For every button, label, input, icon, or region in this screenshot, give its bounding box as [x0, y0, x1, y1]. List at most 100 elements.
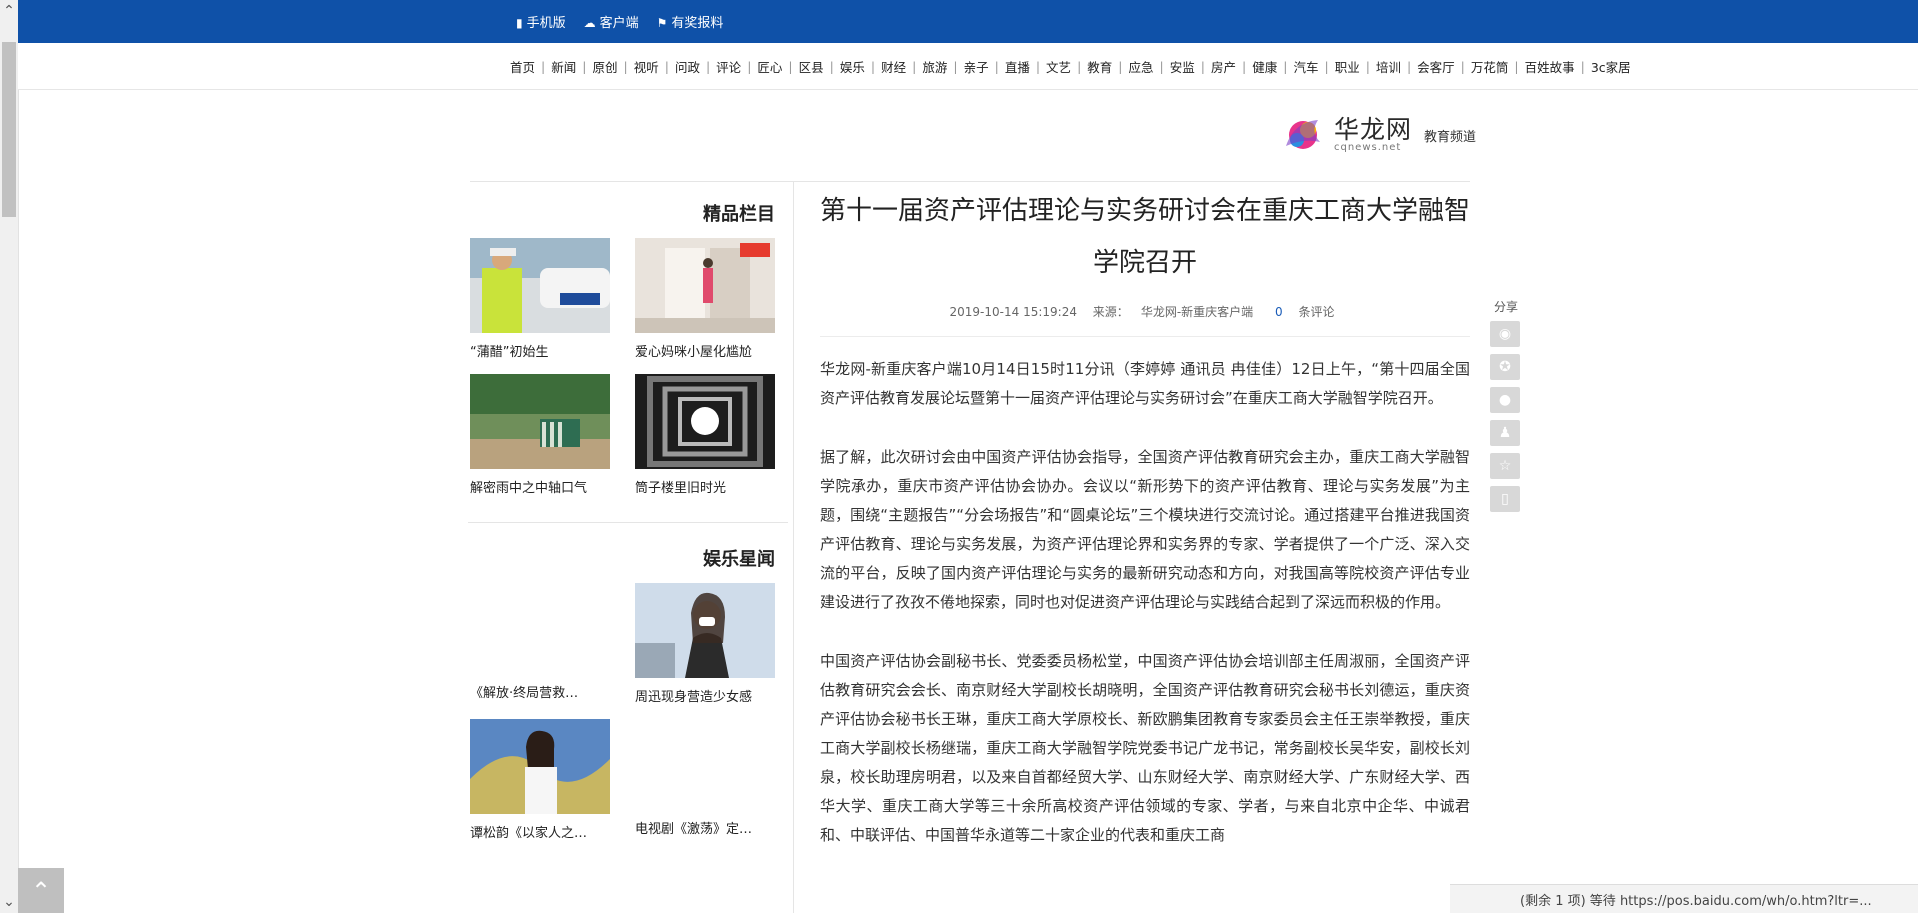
woman-mask-photo	[635, 583, 775, 678]
comment-link[interactable]: 0 条评论	[1269, 305, 1340, 319]
scrollbar-thumb[interactable]	[2, 42, 16, 217]
image-placeholder	[470, 583, 610, 678]
topbar-link-label: 有奖报料	[671, 16, 724, 31]
nav-separator: |	[1242, 58, 1247, 74]
favorite-icon[interactable]: ☆	[1490, 453, 1520, 479]
qq-icon[interactable]: ♟	[1490, 420, 1520, 446]
topbar-link-app[interactable]: ☁ 客户端	[580, 12, 639, 31]
nav-item[interactable]: 原创	[589, 57, 620, 76]
nav-item[interactable]: 财经	[878, 57, 909, 76]
nav-item[interactable]: 文艺	[1043, 57, 1074, 76]
share-bar: 分享 ◉ ✪ ● ♟ ☆ ▯	[1490, 298, 1522, 519]
nav-item[interactable]: 汽车	[1290, 57, 1321, 76]
nav-item[interactable]: 问政	[672, 57, 703, 76]
sidebar-card[interactable]: 筒子楼里旧时光	[635, 374, 775, 496]
nav-item[interactable]: 培训	[1373, 57, 1404, 76]
sidebar-card[interactable]: 谭松韵《以家人之…	[470, 719, 610, 841]
logo-domain: cqnews.net	[1334, 141, 1402, 153]
channel-nav: 首页 | 新闻 | 原创 | 视听 | 问政 | 评论 | 匠心 | 区县 | 娱乐 | 财经 | 旅游 | 亲子 | 直播 | 文…	[18, 43, 1918, 90]
vertical-scrollbar[interactable]: ⌃ ⌄	[0, 0, 19, 913]
sidebar-card[interactable]: 《解放·终局营救…	[470, 583, 610, 705]
park-chairs-photo	[470, 374, 610, 469]
nav-item[interactable]: 亲子	[961, 57, 992, 76]
channel-label[interactable]: 教育频道	[1424, 126, 1476, 145]
nav-separator: |	[705, 58, 711, 74]
site-logo[interactable]: 华龙网 cqnews.net 教育频道	[1280, 112, 1476, 158]
nav-item[interactable]: 3c家居	[1588, 57, 1634, 76]
image-placeholder	[635, 719, 775, 814]
sidebar-card[interactable]: 爱心妈咪小屋化尴尬	[635, 238, 775, 360]
nav-item[interactable]: 万花筒	[1468, 57, 1512, 76]
nav-separator: |	[541, 58, 546, 74]
nav-item[interactable]: 应急	[1126, 57, 1157, 76]
nav-item[interactable]: 视听	[631, 57, 662, 76]
card-caption: 谭松韵《以家人之…	[470, 826, 588, 841]
card-caption: 电视剧《激荡》定…	[635, 822, 753, 837]
nav-separator: |	[1118, 58, 1123, 74]
nav-item[interactable]: 旅游	[919, 57, 950, 76]
nav-item[interactable]: 首页	[507, 57, 538, 76]
girl-painting-photo	[470, 719, 610, 814]
nav-item[interactable]: 会客厅	[1414, 57, 1458, 76]
sidebar: 精品栏目 “蒲醋”初始生 爱心妈咪小屋化尴尬 解密雨中之中轴口气 筒子楼里旧时光…	[468, 200, 788, 841]
nav-item[interactable]: 新闻	[548, 57, 579, 76]
flag-icon: ⚑	[656, 16, 668, 30]
qzone-icon[interactable]: ✪	[1490, 354, 1520, 380]
sidebar-card[interactable]: 电视剧《激荡》定…	[635, 719, 775, 841]
logo-name: 华龙网	[1334, 114, 1413, 144]
card-caption: 《解放·终局营救…	[470, 686, 579, 701]
sidebar-card[interactable]: “蒲醋”初始生	[470, 238, 610, 360]
top-bar: ▮ 手机版 ☁ 客户端 ⚑ 有奖报料	[18, 0, 1918, 43]
nav-item[interactable]: 安监	[1167, 57, 1198, 76]
nav-separator: |	[582, 58, 587, 74]
section-divider	[468, 522, 788, 523]
nav-item[interactable]: 房产	[1208, 57, 1239, 76]
status-bar: (剩余 1 项) 等待 https://pos.baidu.com/wh/o.h…	[1450, 884, 1918, 913]
section-title: 娱乐星闻	[703, 549, 775, 570]
topbar-link-report[interactable]: ⚑ 有奖报料	[653, 12, 724, 31]
nav-separator: |	[1514, 58, 1519, 74]
nav-separator: |	[1460, 58, 1465, 74]
chevron-up-icon[interactable]: ⌃	[2, 4, 16, 18]
nav-separator: |	[747, 58, 752, 74]
nav-item[interactable]: 娱乐	[837, 57, 868, 76]
topbar-link-mobile[interactable]: ▮ 手机版	[512, 12, 566, 31]
nav-item[interactable]: 评论	[713, 57, 744, 76]
nav-item[interactable]: 健康	[1249, 57, 1280, 76]
nav-item[interactable]: 匠心	[754, 57, 785, 76]
nav-separator: |	[623, 58, 628, 74]
card-caption: 爱心妈咪小屋化尴尬	[635, 345, 753, 360]
sidebar-card[interactable]: 解密雨中之中轴口气	[470, 374, 610, 496]
back-to-top-icon[interactable]: ⌃	[18, 868, 64, 913]
nav-item[interactable]: 区县	[796, 57, 827, 76]
nav-item[interactable]: 教育	[1084, 57, 1115, 76]
logo-icon	[1286, 120, 1320, 149]
article-title: 第十一届资产评估理论与实务研讨会在重庆工商大学融智学院召开	[820, 196, 1471, 278]
nav-item[interactable]: 百姓故事	[1522, 57, 1578, 76]
status-text: (剩余 1 项) 等待 https://pos.baidu.com/wh/o.h…	[1520, 893, 1872, 909]
phone-icon: ▮	[516, 16, 523, 30]
header-divider	[470, 181, 1470, 182]
nav-item[interactable]: 职业	[1332, 57, 1363, 76]
source-label: 来源：	[1092, 305, 1129, 319]
nav-separator: |	[1324, 58, 1329, 74]
nursing-room-photo	[635, 238, 775, 333]
wechat-icon[interactable]: ●	[1490, 387, 1520, 413]
article-source[interactable]: 华龙网-新重庆客户端	[1141, 305, 1253, 319]
nav-separator: |	[1077, 58, 1082, 74]
article-paragraph: 据了解，此次研讨会由中国资产评估协会指导，全国资产评估教育研究会主办，重庆工商大…	[820, 448, 1470, 611]
article-date: 2019-10-14 15:19:24	[949, 305, 1077, 319]
chevron-down-icon[interactable]: ⌄	[2, 895, 16, 909]
column-divider	[793, 182, 794, 913]
weibo-icon[interactable]: ◉	[1490, 321, 1520, 347]
card-caption: 解密雨中之中轴口气	[470, 481, 588, 496]
share-label: 分享	[1493, 300, 1518, 314]
nav-separator: |	[994, 58, 999, 74]
section-title: 精品栏目	[703, 204, 775, 225]
nav-separator: |	[953, 58, 958, 74]
nav-item[interactable]: 直播	[1002, 57, 1033, 76]
meta-divider	[820, 336, 1470, 337]
sidebar-card[interactable]: 周迅现身营造少女感	[635, 583, 775, 705]
nav-separator: |	[788, 58, 793, 74]
mobile-icon[interactable]: ▯	[1490, 486, 1520, 512]
